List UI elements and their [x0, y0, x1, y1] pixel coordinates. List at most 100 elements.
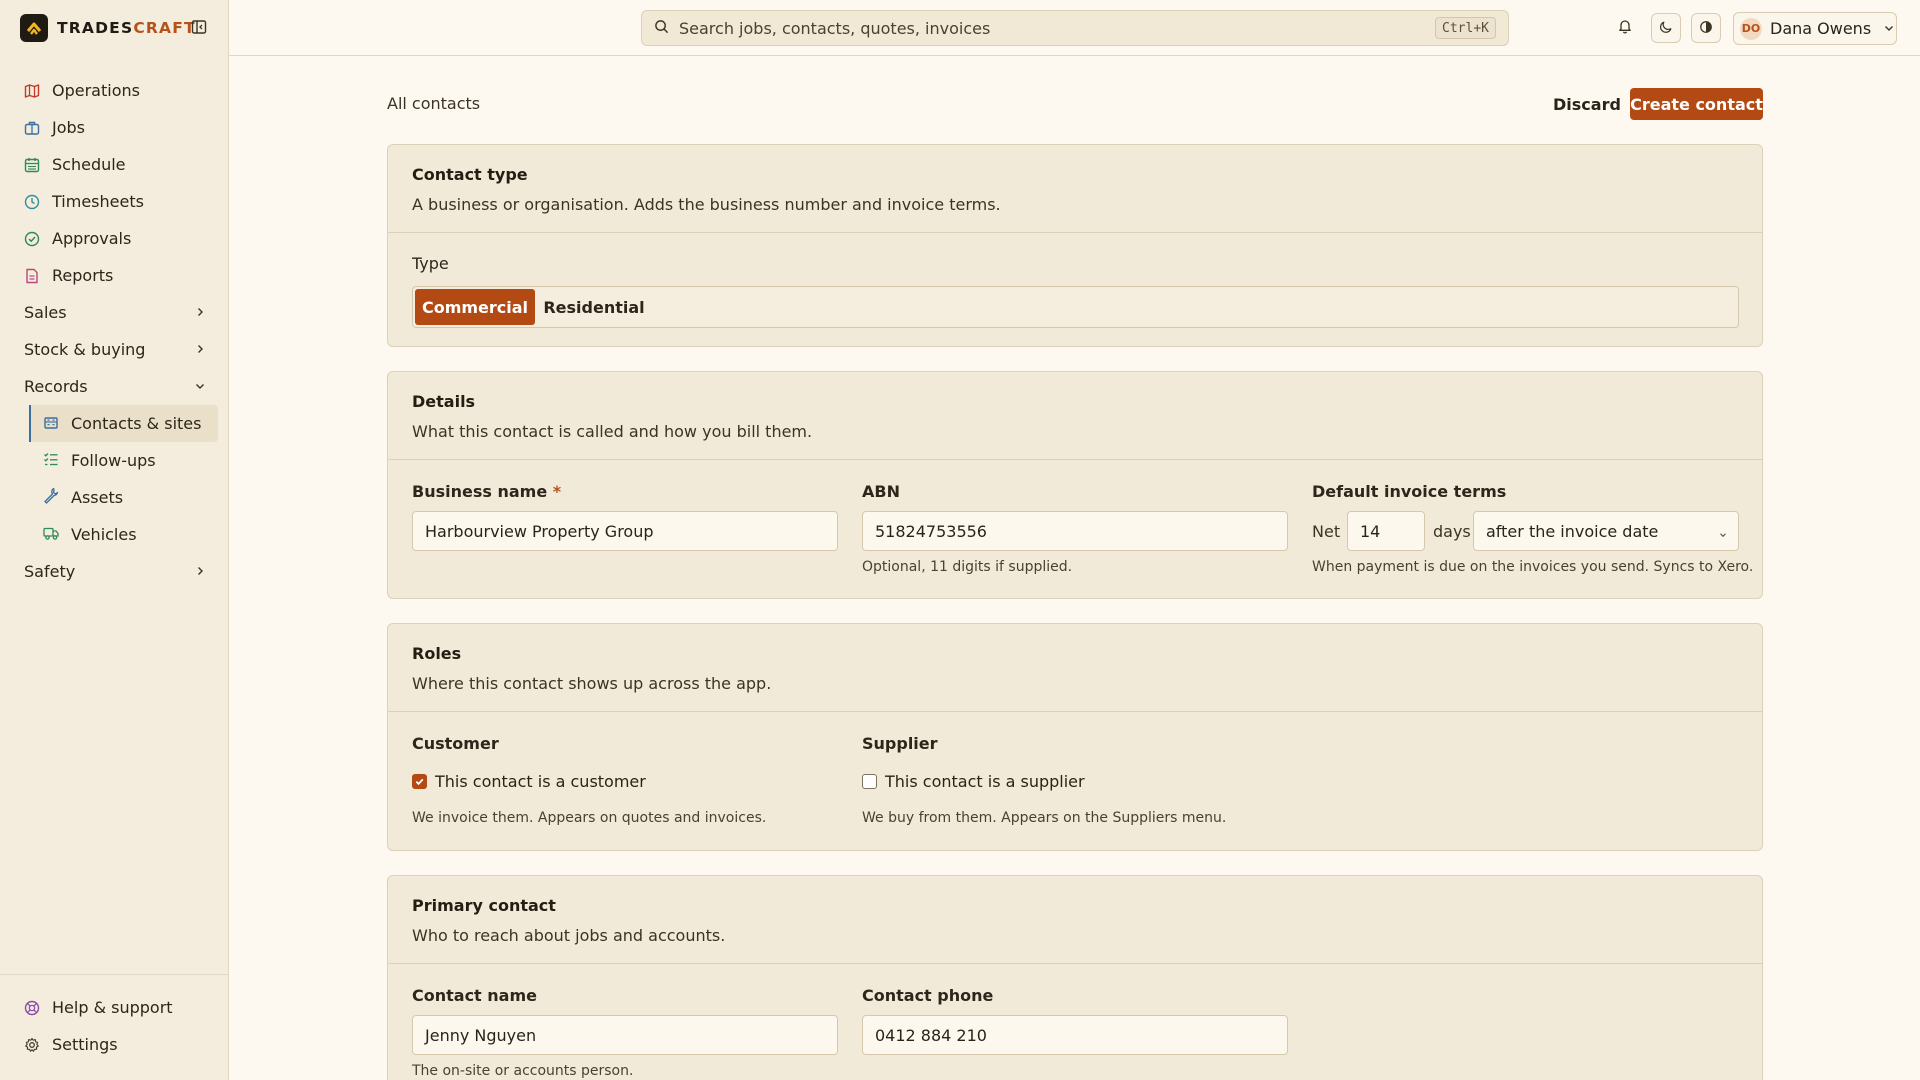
clock-icon: [24, 194, 40, 210]
breadcrumb-all-contacts[interactable]: All contacts: [387, 94, 480, 113]
abn-hint: Optional, 11 digits if supplied.: [862, 559, 1073, 575]
days-label: days: [1433, 522, 1471, 541]
search-icon: [654, 19, 669, 38]
user-menu-button[interactable]: DO Dana Owens: [1733, 12, 1897, 45]
user-name: Dana Owens: [1770, 19, 1872, 38]
create-contact-button[interactable]: Create contact: [1630, 88, 1763, 120]
chevron-down-icon: [194, 377, 206, 396]
sidebar-item-approvals[interactable]: Approvals: [12, 220, 218, 257]
theme-toggle-button[interactable]: [1651, 13, 1681, 43]
contact-name-input[interactable]: Jenny Nguyen: [412, 1015, 838, 1055]
primary-contact-card: Primary contact Who to reach about jobs …: [387, 875, 1763, 1080]
search-input[interactable]: Search jobs, contacts, quotes, invoices …: [641, 10, 1509, 46]
sidebar-item-operations[interactable]: Operations: [12, 72, 218, 109]
contrast-icon: [1699, 19, 1713, 38]
sidebar-collapse-icon[interactable]: [190, 18, 208, 36]
details-card: Details What this contact is called and …: [387, 371, 1763, 599]
invoice-terms-select[interactable]: after the invoice date: [1473, 511, 1739, 551]
notifications-button[interactable]: [1610, 13, 1640, 43]
sidebar-item-label: Vehicles: [71, 525, 137, 544]
briefcase-icon: [24, 120, 40, 136]
checkbox-checked-icon: [412, 774, 427, 789]
brand-logo-icon: [20, 14, 48, 42]
checkbox-unchecked-icon: [862, 774, 877, 789]
map-icon: [24, 83, 40, 99]
chevron-right-icon: [194, 303, 206, 322]
card-header: Roles Where this contact shows up across…: [388, 624, 1762, 712]
business-name-input[interactable]: Harbourview Property Group: [412, 511, 838, 551]
contrast-button[interactable]: [1691, 13, 1721, 43]
sidebar-item-label: Jobs: [52, 118, 85, 137]
sidebar-group-label: Sales: [24, 303, 67, 322]
chevron-right-icon: [194, 340, 206, 359]
brand-name: TRADESCRAFT: [57, 19, 196, 37]
customer-checkbox[interactable]: This contact is a customer: [412, 772, 646, 791]
sidebar-item-schedule[interactable]: Schedule: [12, 146, 218, 183]
contact-name-hint: The on-site or accounts person.: [412, 1063, 634, 1079]
abn-input[interactable]: 51824753556: [862, 511, 1288, 551]
chevron-down-icon: [1883, 19, 1895, 38]
chevron-down-icon: [1718, 525, 1728, 544]
truck-icon: [43, 525, 59, 545]
sidebar-item-follow-ups[interactable]: Follow-ups: [29, 442, 218, 479]
search-shortcut: Ctrl+K: [1435, 17, 1496, 39]
net-label: Net: [1312, 522, 1341, 541]
sidebar-item-jobs[interactable]: Jobs: [12, 109, 218, 146]
supplier-checkbox[interactable]: This contact is a supplier: [862, 772, 1085, 791]
sidebar-item-vehicles[interactable]: Vehicles: [29, 516, 218, 553]
business-name-label: Business name *: [412, 482, 562, 501]
sidebar-item-label: Contacts & sites: [71, 414, 202, 433]
contact-phone-label: Contact phone: [862, 986, 994, 1005]
main-nav: Operations Jobs Schedule Timesheets Appr…: [12, 72, 218, 590]
sidebar-item-label: Reports: [52, 266, 114, 285]
sidebar-item-help[interactable]: Help & support: [12, 989, 217, 1026]
report-icon: [24, 268, 40, 284]
supplier-label: Supplier: [862, 734, 938, 753]
contact-type-toggle: Commercial Residential: [412, 286, 1739, 328]
check-circle-icon: [24, 231, 40, 247]
sidebar-item-reports[interactable]: Reports: [12, 257, 218, 294]
sidebar-item-label: Timesheets: [52, 192, 144, 211]
required-marker: *: [552, 482, 562, 501]
supplier-hint: We buy from them. Appears on the Supplie…: [862, 810, 1227, 826]
chevron-right-icon: [194, 562, 206, 581]
sidebar-item-label: Assets: [71, 488, 124, 507]
sidebar-item-label: Follow-ups: [71, 451, 156, 470]
abn-label: ABN: [862, 482, 900, 501]
search-placeholder: Search jobs, contacts, quotes, invoices: [679, 18, 991, 38]
wrench-icon: [43, 487, 59, 508]
sidebar: TRADESCRAFT Operations Jobs Schedule Tim…: [0, 0, 229, 1080]
type-option-commercial[interactable]: Commercial: [415, 289, 535, 325]
invoice-terms-hint: When payment is due on the invoices you …: [1312, 559, 1754, 575]
sidebar-item-contacts-sites[interactable]: Contacts & sites: [29, 405, 218, 442]
sidebar-item-assets[interactable]: Assets: [29, 479, 218, 516]
sidebar-group-stock[interactable]: Stock & buying: [12, 331, 218, 368]
moon-icon: [1659, 19, 1673, 38]
lifebuoy-icon: [24, 1000, 40, 1016]
customer-checkbox-label: This contact is a customer: [435, 772, 646, 791]
sidebar-group-records[interactable]: Records: [12, 368, 218, 405]
card-subtitle: A business or organisation. Adds the bus…: [412, 195, 1001, 214]
card-title: Contact type: [412, 165, 528, 184]
sidebar-group-safety[interactable]: Safety: [12, 553, 218, 590]
sidebar-item-settings[interactable]: Settings: [12, 1026, 217, 1063]
sidebar-item-label: Schedule: [52, 155, 126, 174]
type-option-residential[interactable]: Residential: [539, 289, 649, 325]
card-header: Primary contact Who to reach about jobs …: [388, 876, 1762, 964]
sidebar-group-sales[interactable]: Sales: [12, 294, 218, 331]
card-header: Details What this contact is called and …: [388, 372, 1762, 460]
net-days-input[interactable]: 14: [1347, 511, 1425, 551]
card-subtitle: Who to reach about jobs and accounts.: [412, 926, 726, 945]
sidebar-item-label: Settings: [52, 1035, 118, 1054]
contact-phone-input[interactable]: 0412 884 210: [862, 1015, 1288, 1055]
discard-button[interactable]: Discard: [1541, 88, 1633, 120]
calendar-icon: [24, 157, 40, 173]
sidebar-item-timesheets[interactable]: Timesheets: [12, 183, 218, 220]
sidebar-item-label: Help & support: [52, 998, 173, 1017]
brand[interactable]: TRADESCRAFT: [20, 14, 196, 42]
sidebar-group-label: Records: [24, 377, 88, 396]
sidebar-group-label: Safety: [24, 562, 76, 581]
supplier-checkbox-label: This contact is a supplier: [885, 772, 1085, 791]
customer-label: Customer: [412, 734, 499, 753]
roles-card: Roles Where this contact shows up across…: [387, 623, 1763, 851]
